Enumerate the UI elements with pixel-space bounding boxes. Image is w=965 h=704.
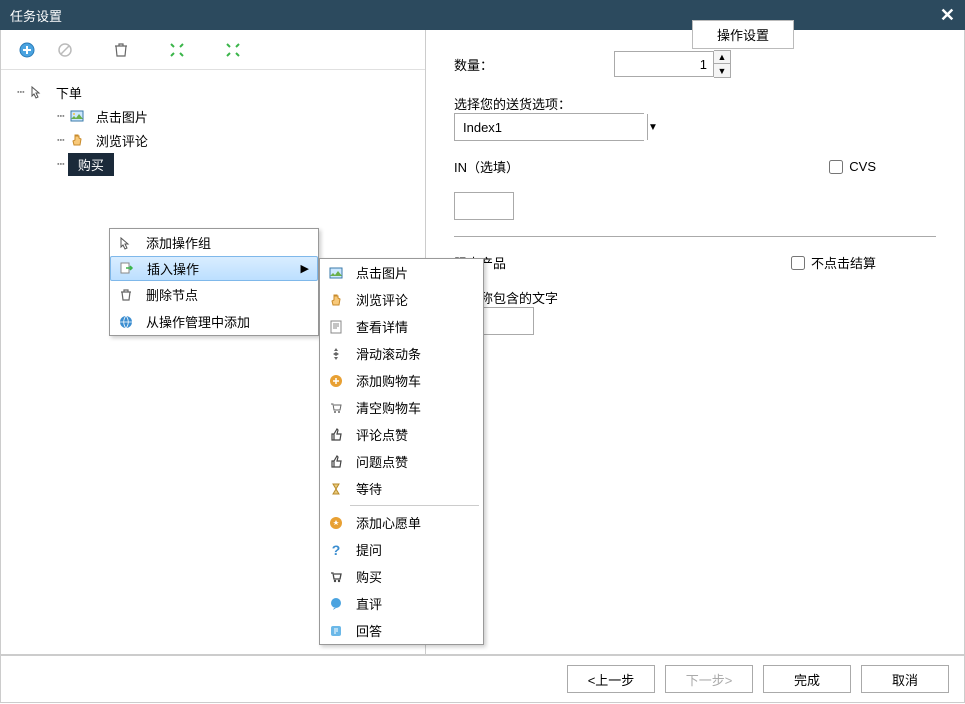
asin-input[interactable] <box>454 192 514 220</box>
chevron-down-icon[interactable]: ▼ <box>647 114 658 140</box>
task-tree: ⋯ 下单 ⋯ 点击图片 ⋯ 浏览评论 ⋯ <box>1 70 425 654</box>
right-panel: 操作设置 数量： ▲ ▼ 选择您的送货选项： ▼ IN（选填） CVS <box>426 30 964 654</box>
sub-add-cart[interactable]: 添加购物车 <box>320 367 483 394</box>
ctx-add-from-manager[interactable]: 从操作管理中添加 <box>110 308 318 335</box>
footer: <上一步 下一步> 完成 取消 <box>0 655 965 703</box>
chat-icon <box>324 594 348 614</box>
disable-button[interactable] <box>49 34 81 66</box>
shipping-label: 选择您的送货选项： <box>454 94 936 113</box>
hourglass-icon <box>324 479 348 499</box>
thumb-icon <box>324 425 348 445</box>
globe-icon <box>114 312 138 332</box>
finish-button[interactable]: 完成 <box>763 665 851 693</box>
spinner-up-icon[interactable]: ▲ <box>714 51 730 64</box>
menu-separator <box>350 505 479 506</box>
plus-circle-icon <box>19 42 35 58</box>
trash-icon <box>114 285 138 305</box>
image-icon <box>68 107 86 125</box>
thumb-icon <box>324 452 348 472</box>
sub-browse-reviews[interactable]: 浏览评论 <box>320 286 483 313</box>
qty-input[interactable] <box>614 51 714 77</box>
seller-name-label: 家名称包含的文字 <box>454 288 936 307</box>
sub-direct-review[interactable]: 直评 <box>320 590 483 617</box>
toolbar <box>1 30 425 70</box>
hand-icon <box>68 131 86 149</box>
qty-label: 数量： <box>454 55 614 74</box>
qty-spinner[interactable]: ▲ ▼ <box>714 50 731 78</box>
collapse-icon <box>225 42 241 58</box>
cart-add-icon <box>324 371 348 391</box>
ctx-add-group[interactable]: 添加操作组 <box>110 229 318 256</box>
sub-click-image[interactable]: 点击图片 <box>320 259 483 286</box>
ctx-delete-node[interactable]: 删除节点 <box>110 281 318 308</box>
context-menu: 添加操作组 插入操作 ▶ 删除节点 从操作管理中添加 <box>109 228 319 336</box>
no-checkout-checkbox[interactable]: 不点击结算 <box>791 253 876 272</box>
sub-ask[interactable]: ?提问 <box>320 536 483 563</box>
sub-wait[interactable]: 等待 <box>320 475 483 502</box>
sub-add-wishlist[interactable]: 添加心愿单 <box>320 509 483 536</box>
sub-scroll[interactable]: 滑动滚动条 <box>320 340 483 367</box>
cursor-icon <box>28 83 46 101</box>
asin-label: IN（选填） <box>454 157 519 176</box>
doc-icon <box>324 317 348 337</box>
insert-submenu: 点击图片 浏览评论 查看详情 滑动滚动条 添加购物车 清空购物车 评论点赞 问题… <box>319 258 484 645</box>
trash-icon <box>113 42 129 58</box>
shipping-value[interactable] <box>455 114 647 140</box>
tree-item-click-image[interactable]: ⋯ 点击图片 <box>57 104 417 128</box>
shipping-select[interactable]: ▼ <box>454 113 644 141</box>
forbidden-icon <box>57 42 73 58</box>
sub-like-review[interactable]: 评论点赞 <box>320 421 483 448</box>
scroll-icon <box>324 344 348 364</box>
expand-icon <box>169 42 185 58</box>
answer-icon <box>324 621 348 641</box>
image-icon <box>324 263 348 283</box>
question-icon: ? <box>324 540 348 560</box>
chevron-right-icon: ▶ <box>301 262 309 275</box>
cancel-button[interactable]: 取消 <box>861 665 949 693</box>
sub-view-details[interactable]: 查看详情 <box>320 313 483 340</box>
main-content: ⋯ 下单 ⋯ 点击图片 ⋯ 浏览评论 ⋯ <box>0 30 965 655</box>
cursor-icon <box>114 233 138 253</box>
add-button[interactable] <box>11 34 43 66</box>
separator <box>454 236 936 237</box>
left-panel: ⋯ 下单 ⋯ 点击图片 ⋯ 浏览评论 ⋯ <box>1 30 426 654</box>
close-button[interactable]: ✕ <box>940 5 955 26</box>
next-button[interactable]: 下一步> <box>665 665 753 693</box>
spinner-down-icon[interactable]: ▼ <box>714 64 730 77</box>
prev-button[interactable]: <上一步 <box>567 665 655 693</box>
sub-clear-cart[interactable]: 清空购物车 <box>320 394 483 421</box>
title-bar: 任务设置 ✕ <box>0 0 965 30</box>
hand-icon <box>324 290 348 310</box>
cvs-checkbox[interactable]: CVS <box>829 159 876 174</box>
tree-root[interactable]: ⋯ 下单 <box>17 80 417 104</box>
ctx-insert-operation[interactable]: 插入操作 ▶ <box>110 256 318 281</box>
sub-answer[interactable]: 回答 <box>320 617 483 644</box>
insert-icon <box>115 259 139 279</box>
sub-buy[interactable]: 购买 <box>320 563 483 590</box>
tree-item-browse-reviews[interactable]: ⋯ 浏览评论 <box>57 128 417 152</box>
cart-icon <box>324 567 348 587</box>
sub-like-question[interactable]: 问题点赞 <box>320 448 483 475</box>
window-title: 任务设置 <box>10 6 62 25</box>
op-settings-title: 操作设置 <box>692 20 794 49</box>
delete-button[interactable] <box>105 34 137 66</box>
wishlist-icon <box>324 513 348 533</box>
collapse-button[interactable] <box>217 34 249 66</box>
cart-icon <box>324 398 348 418</box>
tree-item-buy[interactable]: ⋯ 购买 <box>57 152 417 176</box>
expand-button[interactable] <box>161 34 193 66</box>
